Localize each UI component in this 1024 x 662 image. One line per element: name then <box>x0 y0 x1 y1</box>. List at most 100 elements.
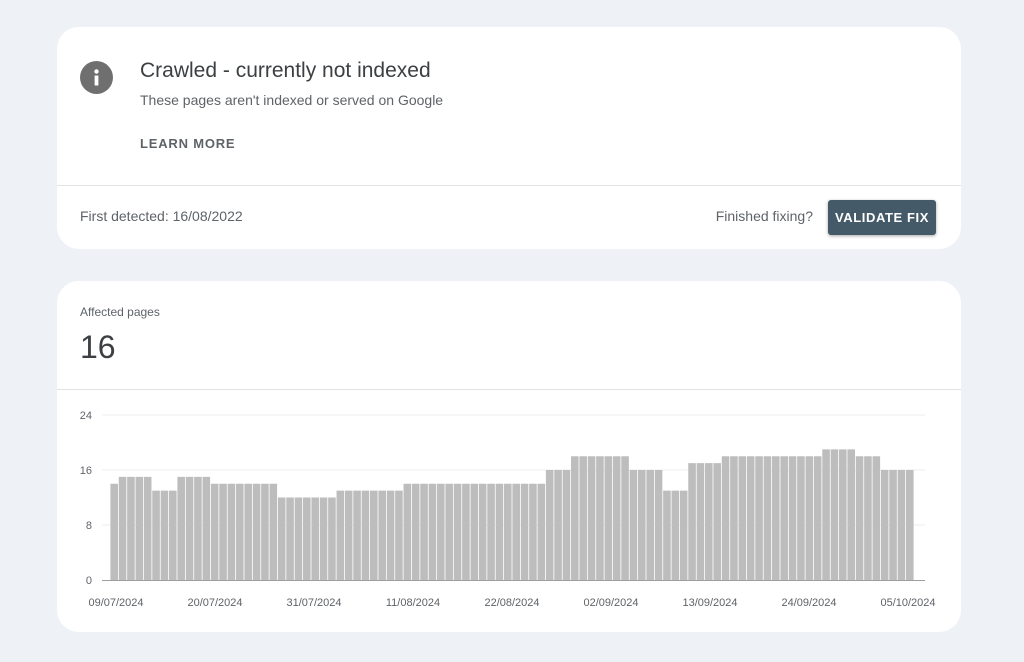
chart-bar <box>713 463 721 580</box>
chart-bar <box>395 490 403 580</box>
divider <box>57 185 961 186</box>
chart-bar <box>638 470 646 580</box>
chart-bar <box>361 490 370 580</box>
chart-bar <box>554 470 562 580</box>
chart-bar <box>755 456 763 580</box>
issue-card: Crawled - currently not indexed These pa… <box>57 27 961 249</box>
chart-bar <box>813 456 822 580</box>
chart-bar <box>746 456 755 580</box>
chart-bar <box>252 483 261 580</box>
chart-bar <box>730 456 738 580</box>
x-tick-label: 20/07/2024 <box>187 597 242 609</box>
chart-bar <box>688 463 696 580</box>
chart-bar <box>294 497 303 580</box>
chart-bar <box>772 456 780 580</box>
chart-bar <box>227 483 236 580</box>
chart-bar <box>277 497 286 580</box>
learn-more-link[interactable]: LEARN MORE <box>140 136 235 151</box>
chart-bar <box>654 470 663 580</box>
chart-bar <box>855 456 864 580</box>
chart-bar <box>319 497 328 580</box>
chart-bar <box>135 476 144 580</box>
chart-bar <box>621 456 629 580</box>
chart-bar <box>127 476 135 580</box>
chart-bar <box>194 476 202 580</box>
chart-bar <box>872 456 881 580</box>
affected-pages-count: 16 <box>80 329 116 365</box>
chart-bar <box>303 497 311 580</box>
affected-pages-chart: 0 8 16 24 09/07/2024 20/07/2024 31/07/2024 11/0… <box>80 410 936 609</box>
chart-bar <box>269 483 278 580</box>
x-tick-label: 31/07/2024 <box>286 597 341 609</box>
chart-bar <box>629 470 638 580</box>
chart-bar <box>579 456 587 580</box>
chart-bar <box>169 490 177 580</box>
y-tick-label: 8 <box>86 520 92 532</box>
chart-bar <box>143 476 152 580</box>
chart-bar <box>763 456 772 580</box>
chart-bar <box>847 449 855 580</box>
y-tick-label: 16 <box>80 465 92 477</box>
chart-bar <box>705 463 713 580</box>
chart-bar <box>604 456 613 580</box>
chart-bar <box>336 490 345 580</box>
chart-bar <box>679 490 688 580</box>
chart-bar <box>571 456 579 580</box>
chart-bar <box>587 456 596 580</box>
x-tick-label: 11/08/2024 <box>386 597 440 609</box>
chart-bar <box>462 483 470 580</box>
chart-bar <box>495 483 504 580</box>
chart-bar <box>788 456 797 580</box>
chart-bar <box>236 483 244 580</box>
chart-bar <box>378 490 386 580</box>
x-tick-label: 13/09/2024 <box>682 597 737 609</box>
chart-bar <box>453 483 462 580</box>
chart-bar <box>822 449 830 580</box>
x-tick-label: 09/07/2024 <box>88 597 143 609</box>
chart-bar <box>411 483 420 580</box>
chart-bar <box>805 456 814 580</box>
chart-bar <box>663 490 671 580</box>
chart-bar <box>311 497 319 580</box>
chart-bar <box>470 483 479 580</box>
x-tick-label: 02/09/2024 <box>583 597 638 609</box>
chart-bar <box>889 470 897 580</box>
chart-bar <box>344 490 353 580</box>
chart-bar <box>612 456 621 580</box>
chart-bar <box>906 470 914 580</box>
chart-bar <box>286 497 294 580</box>
chart-bar <box>353 490 361 580</box>
x-tick-label: 22/08/2024 <box>484 597 539 609</box>
chart-bar <box>437 483 445 580</box>
affected-pages-label: Affected pages <box>80 305 160 319</box>
affected-pages-card: Affected pages 16 0 8 16 24 09/07/2024 20/07/… <box>57 281 961 632</box>
chart-bar <box>202 476 211 580</box>
x-tick-label: 24/09/2024 <box>781 597 836 609</box>
chart-bar <box>177 476 185 580</box>
chart-bar <box>370 490 378 580</box>
info-icon <box>80 61 113 94</box>
chart-bar <box>504 483 512 580</box>
chart-bar <box>897 470 906 580</box>
chart-bar <box>487 483 495 580</box>
chart-bar <box>328 497 336 580</box>
chart-bar <box>219 483 227 580</box>
chart-bar <box>420 483 428 580</box>
x-tick-label: 05/10/2024 <box>880 597 935 609</box>
chart-bar <box>797 456 805 580</box>
chart-bar <box>780 456 788 580</box>
chart-bar <box>864 456 872 580</box>
chart-bar <box>478 483 487 580</box>
y-tick-label: 0 <box>86 575 92 587</box>
chart-bar <box>545 470 554 580</box>
y-tick-label: 24 <box>80 410 92 422</box>
chart-bar <box>428 483 437 580</box>
chart-bar <box>671 490 680 580</box>
validate-fix-button[interactable]: VALIDATE FIX <box>828 200 936 235</box>
finished-fixing-label: Finished fixing? <box>715 208 813 224</box>
chart-bar <box>880 470 889 580</box>
chart-bar <box>160 490 169 580</box>
chart-bar <box>118 476 127 580</box>
chart-bar <box>185 476 194 580</box>
chart-bar <box>839 449 847 580</box>
